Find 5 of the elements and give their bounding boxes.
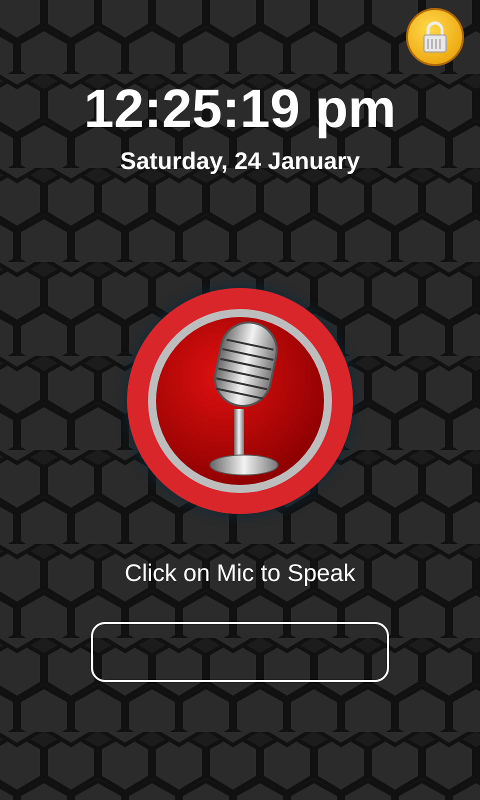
padlock-icon — [422, 21, 448, 53]
input-field[interactable] — [91, 622, 389, 682]
clock-date: Saturday, 24 January — [120, 147, 360, 177]
clock-time: 12:25:19 pm — [84, 78, 396, 141]
instruction-text: Click on Mic to Speak — [124, 559, 356, 589]
